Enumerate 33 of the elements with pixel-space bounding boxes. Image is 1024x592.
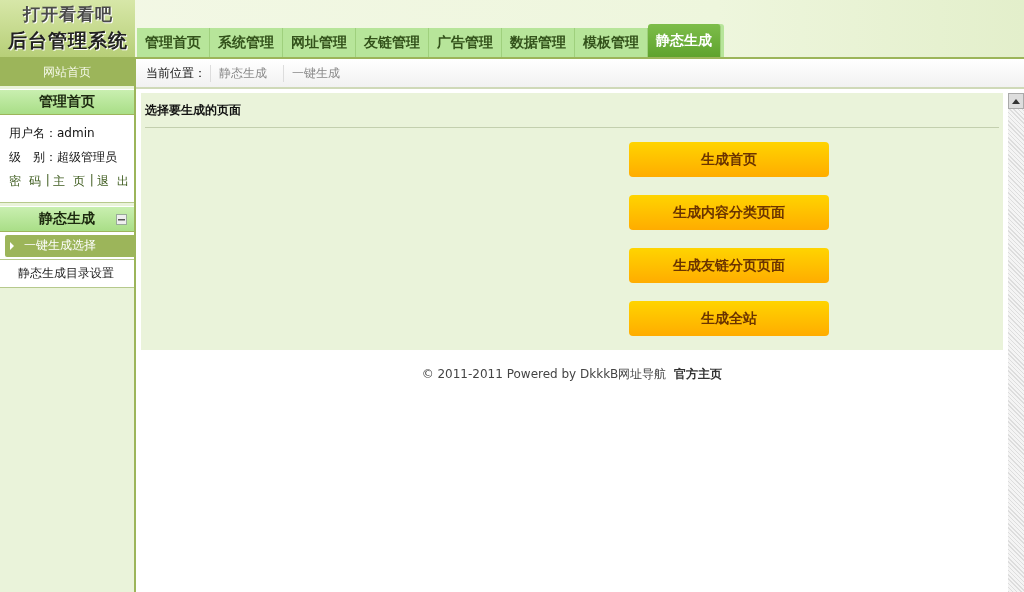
sidebar-section-title: 静态生成 [39, 210, 95, 228]
nav-tab[interactable]: 广告管理 [429, 28, 502, 57]
user-info-text: 用户名：admin [9, 125, 96, 142]
generate-button[interactable]: 生成内容分类页面 [629, 195, 829, 230]
nav-tab[interactable]: 友链管理 [356, 28, 429, 57]
generate-button[interactable]: 生成全站 [629, 301, 829, 336]
homepage-link[interactable]: 官方主页 [674, 366, 723, 383]
link-separator: | [45, 173, 50, 189]
user-link[interactable]: 密 码 [9, 173, 43, 190]
nav-tab[interactable]: 管理首页 [137, 28, 210, 57]
nav-tab[interactable]: 数据管理 [502, 28, 575, 57]
sidebar-header-title: 管理首页 [39, 93, 95, 111]
generate-button[interactable]: 生成友链分页页面 [629, 248, 829, 283]
link-separator: | [89, 173, 94, 189]
user-link[interactable]: 退 出 [96, 173, 131, 190]
logo-title: 打开看看吧 [22, 3, 113, 26]
generate-button[interactable]: 生成首页 [629, 142, 829, 177]
arrow-icon [10, 241, 14, 250]
sidebar-section-header[interactable]: 静态生成 [0, 206, 134, 232]
breadcrumb-link[interactable]: 一键生成 [283, 64, 352, 82]
copyright-text: © 2011-2011 Powered by DkkkB网址导航 [421, 366, 667, 383]
user-info-text: 级 别：超级管理员 [9, 149, 118, 166]
logo-subtitle: 后台管理系统 [7, 28, 128, 53]
breadcrumb-label: 当前位置： [146, 64, 206, 82]
collapse-icon[interactable] [116, 214, 127, 225]
user-link[interactable]: 主 页 [52, 173, 87, 190]
breadcrumb-link[interactable]: 静态生成 [210, 64, 279, 82]
nav-tab[interactable]: 网址管理 [283, 28, 356, 57]
nav-tab[interactable]: 系统管理 [210, 28, 283, 57]
nav-tab[interactable]: 模板管理 [575, 28, 648, 57]
scrollbar[interactable] [1008, 93, 1024, 592]
scroll-up-icon[interactable] [1008, 93, 1024, 109]
panel-title: 选择要生成的页面 [145, 99, 999, 128]
